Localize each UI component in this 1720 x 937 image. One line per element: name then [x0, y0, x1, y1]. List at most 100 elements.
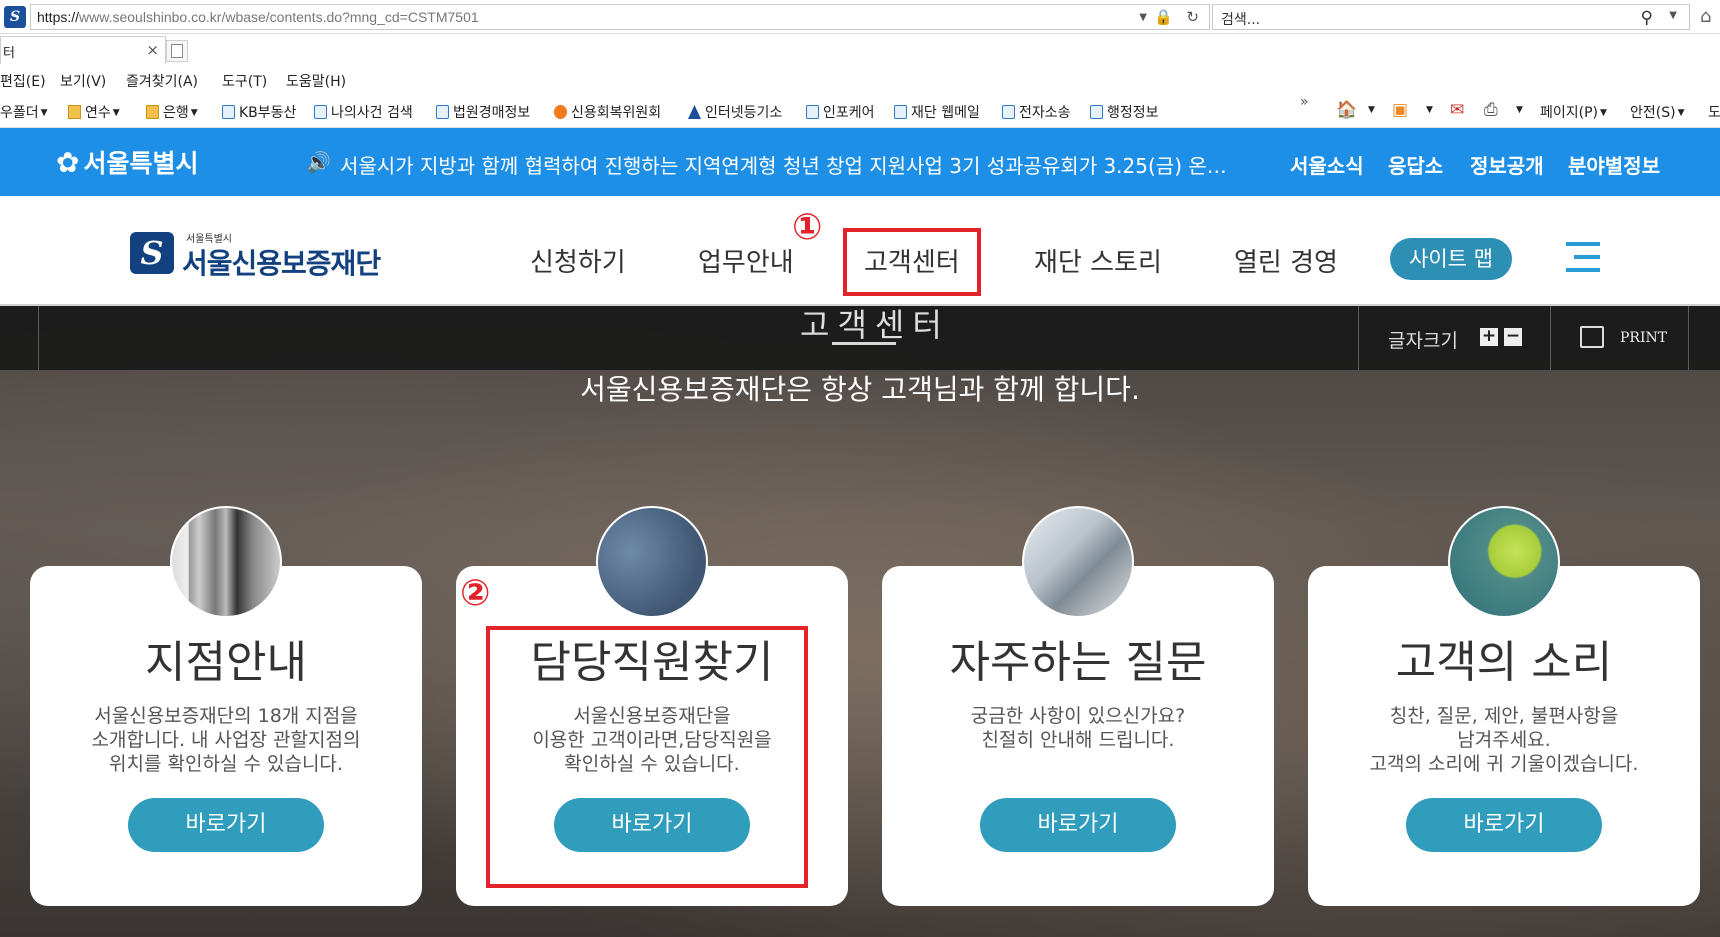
- font-size-label: 글자크기: [1388, 330, 1458, 352]
- card-title: 지점안내: [145, 637, 307, 688]
- menu-tools[interactable]: 도구(T): [222, 71, 267, 91]
- tab-close-icon[interactable]: ×: [146, 41, 159, 59]
- favorite-folder[interactable]: 연수 ▼: [68, 102, 120, 122]
- nav-open-management[interactable]: 열린 경영: [1234, 242, 1338, 279]
- annotation-box-customer-center: [843, 228, 981, 296]
- menu-view[interactable]: 보기(V): [60, 71, 106, 91]
- link-eungdapso[interactable]: 응답소: [1388, 150, 1443, 179]
- megaphone-icon: 🔊: [306, 150, 331, 174]
- card-description: 궁금한 사항이 있으신가요? 친절히 안내해 드립니다.: [970, 705, 1186, 751]
- sticky-note-photo-icon: [1448, 506, 1560, 618]
- page-menu[interactable]: 페이지(P) ▼: [1540, 102, 1607, 122]
- browser-address-bar: S https://www.seoulshinbo.co.kr/wbase/co…: [0, 0, 1720, 34]
- link-seoul-news[interactable]: 서울소식: [1290, 150, 1364, 179]
- favorite-folder[interactable]: 은행 ▼: [146, 102, 198, 122]
- refresh-icon[interactable]: ↻: [1186, 8, 1199, 26]
- ie-page-icon: [1002, 105, 1015, 119]
- city-notice-ticker[interactable]: 서울시가 지방과 함께 협력하여 진행하는 지역연계형 청년 창업 지원사업 3…: [340, 150, 1245, 179]
- firefox-icon: [554, 105, 567, 119]
- logo-name: 서울신용보증재단: [182, 247, 381, 280]
- site-favicon-icon: S: [4, 6, 26, 28]
- favorite-link[interactable]: 인포케어: [806, 102, 875, 122]
- ie-page-icon: [894, 105, 907, 119]
- favorite-link[interactable]: 전자소송: [1002, 102, 1071, 122]
- annotation-box-find-staff: [486, 626, 808, 888]
- foundation-logo-icon: S: [130, 232, 174, 274]
- card-description: 칭찬, 질문, 제안, 불편사항을 남겨주세요. 고객의 소리에 귀 기울이겠습니다…: [1369, 705, 1639, 775]
- nav-apply[interactable]: 신청하기: [530, 242, 626, 279]
- hero-section: 고객센터 글자크기 + − PRINT 서울신용보증재단은 항상 고객님과 함께…: [0, 306, 1720, 937]
- annotation-number-2: ②: [460, 573, 491, 614]
- nav-foundation-story[interactable]: 재단 스토리: [1034, 242, 1162, 279]
- link-info-disclosure[interactable]: 정보공개: [1470, 150, 1544, 179]
- tab-title: 터: [3, 46, 15, 61]
- url-input[interactable]: https://www.seoulshinbo.co.kr/wbase/cont…: [30, 4, 1210, 30]
- browser-search-input[interactable]: 검색... ⚲ ▼: [1212, 4, 1690, 30]
- lock-icon[interactable]: 🔒: [1154, 8, 1173, 26]
- favorite-folder[interactable]: 우폴더 ▼: [0, 102, 48, 122]
- seoul-city-top-bar: ✿ 서울특별시 🔊 서울시가 지방과 함께 협력하여 진행하는 지역연계형 청년 …: [0, 128, 1720, 196]
- annotation-number-1: ①: [792, 207, 823, 248]
- favorite-link[interactable]: 신용회복위원회: [554, 102, 661, 122]
- print-icon[interactable]: [1580, 326, 1604, 348]
- nav-business-guide[interactable]: 업무안내: [698, 242, 794, 279]
- print-browser-icon[interactable]: ⎙: [1484, 100, 1498, 120]
- menu-edit[interactable]: 편집(E): [0, 71, 46, 91]
- home-dropdown-icon[interactable]: ▼: [1368, 105, 1375, 115]
- ie-page-icon: [314, 105, 327, 119]
- menu-bar: 편집(E) 보기(V) 즐겨찾기(A) 도구(T) 도움말(H): [0, 64, 1720, 94]
- card-description: 서울신용보증재단의 18개 지점을 소개합니다. 내 사업장 관할지점의 위치를 확…: [91, 705, 361, 775]
- search-dropdown-icon[interactable]: ▼: [1669, 10, 1677, 21]
- favorite-link[interactable]: 행정정보: [1090, 102, 1159, 122]
- go-button[interactable]: 바로가기: [1406, 798, 1602, 852]
- favorite-link[interactable]: 재단 웹메일: [894, 102, 980, 122]
- ie-page-icon: [222, 105, 235, 119]
- seoul-logo-icon: ✿: [56, 146, 80, 179]
- print-button[interactable]: PRINT: [1620, 330, 1667, 346]
- title-underline: [832, 342, 896, 345]
- home-outline-icon[interactable]: ⌂: [1700, 6, 1711, 27]
- ie-page-icon: [1090, 105, 1103, 119]
- ie-page-icon: [436, 105, 449, 119]
- card-title: 고객의 소리: [1395, 637, 1613, 688]
- menu-favorites[interactable]: 즐겨찾기(A): [126, 71, 198, 91]
- hero-ghost-title: 고객센터: [800, 306, 950, 344]
- utility-bar: 고객센터 글자크기 + − PRINT: [0, 306, 1720, 370]
- home-icon[interactable]: 🏠: [1336, 100, 1357, 120]
- folder-icon: [68, 105, 81, 119]
- card-title: 자주하는 질문: [949, 637, 1207, 688]
- ie-page-icon: [806, 105, 819, 119]
- mail-icon[interactable]: ✉: [1450, 100, 1464, 120]
- favorite-link[interactable]: KB부동산: [222, 102, 296, 122]
- browser-tab[interactable]: 터 ×: [0, 36, 166, 64]
- office-photo-icon: [170, 506, 282, 618]
- menu-help[interactable]: 도움말(H): [286, 71, 346, 91]
- search-icon[interactable]: ⚲: [1641, 8, 1653, 28]
- feed-dropdown-icon[interactable]: ▼: [1426, 105, 1433, 115]
- favorite-link[interactable]: 나의사건 검색: [314, 102, 413, 122]
- folder-icon: [146, 105, 159, 119]
- safety-menu[interactable]: 안전(S) ▼: [1630, 102, 1685, 122]
- go-button[interactable]: 바로가기: [980, 798, 1176, 852]
- tools-menu-cut[interactable]: 도: [1708, 102, 1720, 122]
- seoul-city-logo[interactable]: ✿ 서울특별시: [56, 144, 198, 180]
- more-favorites-chevron-icon[interactable]: »: [1300, 94, 1309, 110]
- link-field-info[interactable]: 분야별정보: [1568, 150, 1660, 179]
- print-dropdown-icon[interactable]: ▼: [1516, 105, 1523, 115]
- people-network-photo-icon: [596, 506, 708, 618]
- font-increase-button[interactable]: +: [1480, 328, 1498, 346]
- favorite-link[interactable]: 법원경매정보: [436, 102, 530, 122]
- sitemap-button[interactable]: 사이트 맵: [1390, 238, 1512, 280]
- url-text: https://www.seoulshinbo.co.kr/wbase/cont…: [37, 9, 479, 25]
- go-button[interactable]: 바로가기: [128, 798, 324, 852]
- hero-subtitle: 서울신용보증재단은 항상 고객님과 함께 합니다.: [580, 373, 1140, 406]
- favorites-bar: 우폴더 ▼ 연수 ▼ 은행 ▼ KB부동산 나의사건 검색 법원경매정보 신용회복위원…: [0, 94, 1720, 128]
- new-tab-button[interactable]: [166, 40, 188, 62]
- search-placeholder: 검색...: [1221, 12, 1261, 28]
- font-decrease-button[interactable]: −: [1504, 328, 1522, 346]
- url-dropdown-icon[interactable]: ▼: [1139, 12, 1147, 23]
- rss-feed-icon[interactable]: ▣: [1392, 100, 1408, 120]
- hamburger-menu-icon[interactable]: [1566, 242, 1600, 272]
- tab-strip: 터 ×: [0, 34, 1720, 64]
- favorite-link[interactable]: 인터넷등기소: [688, 102, 782, 122]
